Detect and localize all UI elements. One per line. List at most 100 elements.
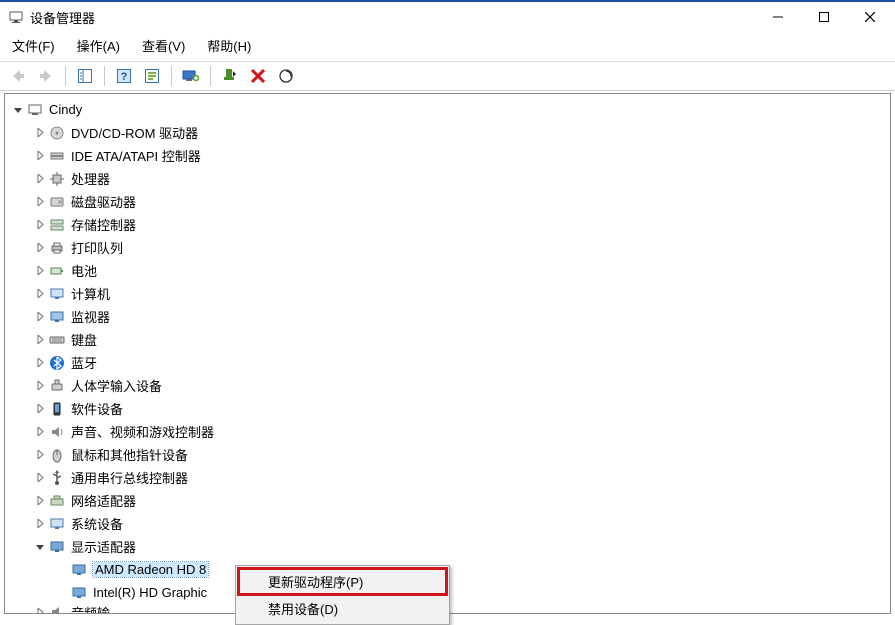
update-driver-button[interactable] bbox=[179, 64, 203, 88]
expand-icon[interactable] bbox=[33, 218, 47, 232]
menu-view[interactable]: 查看(V) bbox=[140, 34, 187, 57]
close-button[interactable] bbox=[847, 2, 893, 32]
controller-icon bbox=[49, 148, 65, 164]
category-label: 通用串行总线控制器 bbox=[71, 468, 188, 487]
expand-icon[interactable] bbox=[33, 517, 47, 531]
monitor-icon bbox=[49, 309, 65, 325]
category-label: 显示适配器 bbox=[71, 537, 136, 556]
menu-file[interactable]: 文件(F) bbox=[10, 34, 57, 57]
category-label: 音频输... bbox=[71, 604, 121, 614]
tree-category[interactable]: 鼠标和其他指针设备 bbox=[5, 443, 890, 466]
display-adapter-icon bbox=[49, 539, 65, 555]
tree-category[interactable]: 网络适配器 bbox=[5, 489, 890, 512]
context-menu-update-driver[interactable]: 更新驱动程序(P) bbox=[238, 568, 447, 595]
tree-root[interactable]: Cindy bbox=[5, 98, 890, 121]
scan-hardware-button[interactable] bbox=[274, 64, 298, 88]
title-bar: 设备管理器 bbox=[0, 0, 895, 32]
expand-icon[interactable] bbox=[33, 172, 47, 186]
category-label: 打印队列 bbox=[71, 238, 123, 257]
tree-category[interactable]: 键盘 bbox=[5, 328, 890, 351]
tree-root-label: Cindy bbox=[49, 102, 82, 117]
tree-category[interactable]: 监视器 bbox=[5, 305, 890, 328]
tree-category[interactable]: 处理器 bbox=[5, 167, 890, 190]
tree-category-display-adapters[interactable]: 显示适配器 bbox=[5, 535, 890, 558]
expand-icon[interactable] bbox=[33, 287, 47, 301]
category-label: 鼠标和其他指针设备 bbox=[71, 445, 188, 464]
expand-icon[interactable] bbox=[33, 494, 47, 508]
device-tree-panel: Cindy DVD/CD-ROM 驱动器 IDE ATA/ATAPI 控制器 处… bbox=[4, 93, 891, 614]
tree-category[interactable]: 打印队列 bbox=[5, 236, 890, 259]
expand-icon[interactable] bbox=[33, 241, 47, 255]
tree-category[interactable]: 系统设备 bbox=[5, 512, 890, 535]
expand-icon[interactable] bbox=[33, 379, 47, 393]
window-title: 设备管理器 bbox=[30, 8, 95, 27]
device-label: AMD Radeon HD 8 bbox=[93, 562, 208, 577]
help-button[interactable]: ? bbox=[112, 64, 136, 88]
properties-button[interactable] bbox=[140, 64, 164, 88]
computer-icon bbox=[27, 102, 43, 118]
bluetooth-icon bbox=[49, 355, 65, 371]
tree-category[interactable]: 人体学输入设备 bbox=[5, 374, 890, 397]
hid-icon bbox=[49, 378, 65, 394]
expand-icon[interactable] bbox=[33, 471, 47, 485]
audio-icon bbox=[49, 604, 65, 614]
tree-category[interactable]: 蓝牙 bbox=[5, 351, 890, 374]
expand-icon[interactable] bbox=[33, 356, 47, 370]
show-hide-console-tree-button[interactable] bbox=[73, 64, 97, 88]
minimize-button[interactable] bbox=[755, 2, 801, 32]
category-label: 蓝牙 bbox=[71, 353, 97, 372]
disk-drive-icon bbox=[49, 194, 65, 210]
context-menu: 更新驱动程序(P) 禁用设备(D) bbox=[235, 565, 450, 625]
expand-icon[interactable] bbox=[33, 333, 47, 347]
collapse-icon[interactable] bbox=[33, 540, 47, 554]
tree-category[interactable]: 声音、视频和游戏控制器 bbox=[5, 420, 890, 443]
expand-icon[interactable] bbox=[33, 605, 47, 614]
device-tree[interactable]: Cindy DVD/CD-ROM 驱动器 IDE ATA/ATAPI 控制器 处… bbox=[5, 94, 890, 614]
back-button[interactable] bbox=[6, 64, 30, 88]
expand-icon[interactable] bbox=[11, 103, 25, 117]
category-label: 监视器 bbox=[71, 307, 110, 326]
expand-icon[interactable] bbox=[33, 264, 47, 278]
forward-button[interactable] bbox=[34, 64, 58, 88]
menu-action[interactable]: 操作(A) bbox=[75, 34, 122, 57]
expand-icon[interactable] bbox=[33, 448, 47, 462]
tree-category[interactable]: 计算机 bbox=[5, 282, 890, 305]
context-menu-disable-device[interactable]: 禁用设备(D) bbox=[238, 595, 447, 622]
category-label: 键盘 bbox=[71, 330, 97, 349]
keyboard-icon bbox=[49, 332, 65, 348]
category-label: 软件设备 bbox=[71, 399, 123, 418]
disc-drive-icon bbox=[49, 125, 65, 141]
expand-icon[interactable] bbox=[33, 425, 47, 439]
computer-icon bbox=[49, 286, 65, 302]
tree-category[interactable]: 存储控制器 bbox=[5, 213, 890, 236]
category-label: 系统设备 bbox=[71, 514, 123, 533]
audio-icon bbox=[49, 424, 65, 440]
maximize-button[interactable] bbox=[801, 2, 847, 32]
category-label: 处理器 bbox=[71, 169, 110, 188]
app-icon bbox=[8, 9, 24, 25]
tree-category[interactable]: 通用串行总线控制器 bbox=[5, 466, 890, 489]
enable-device-button[interactable] bbox=[218, 64, 242, 88]
system-device-icon bbox=[49, 516, 65, 532]
tree-category[interactable]: 磁盘驱动器 bbox=[5, 190, 890, 213]
tree-category[interactable]: IDE ATA/ATAPI 控制器 bbox=[5, 144, 890, 167]
category-label: 网络适配器 bbox=[71, 491, 136, 510]
tree-category[interactable]: 软件设备 bbox=[5, 397, 890, 420]
expand-icon[interactable] bbox=[33, 310, 47, 324]
tree-category[interactable]: DVD/CD-ROM 驱动器 bbox=[5, 121, 890, 144]
expand-icon[interactable] bbox=[33, 402, 47, 416]
cpu-icon bbox=[49, 171, 65, 187]
expand-icon[interactable] bbox=[33, 126, 47, 140]
category-label: 人体学输入设备 bbox=[71, 376, 162, 395]
printer-icon bbox=[49, 240, 65, 256]
toolbar-separator bbox=[65, 66, 66, 86]
expand-icon[interactable] bbox=[33, 195, 47, 209]
mouse-icon bbox=[49, 447, 65, 463]
uninstall-device-button[interactable] bbox=[246, 64, 270, 88]
device-label: Intel(R) HD Graphic bbox=[93, 585, 207, 600]
tree-category[interactable]: 电池 bbox=[5, 259, 890, 282]
menu-help[interactable]: 帮助(H) bbox=[205, 34, 253, 57]
expand-icon[interactable] bbox=[33, 149, 47, 163]
battery-icon bbox=[49, 263, 65, 279]
category-label: 计算机 bbox=[71, 284, 110, 303]
